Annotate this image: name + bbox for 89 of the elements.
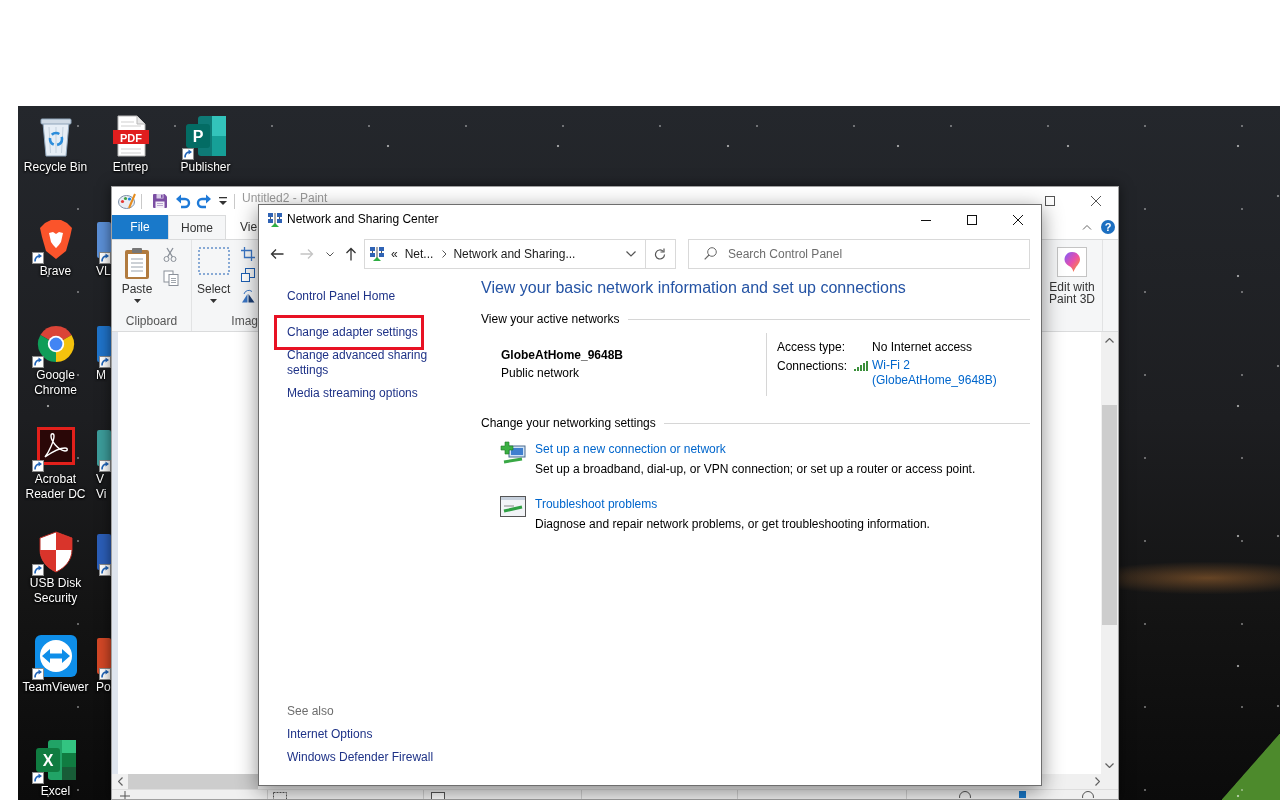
window-title: Untitled2 - Paint (242, 192, 328, 204)
task-description: Set up a broadband, dial-up, or VPN connection; or set up a router or access point. (535, 461, 976, 477)
control-panel-home-link[interactable]: Control Panel Home (287, 289, 396, 304)
crop-icon[interactable] (241, 247, 256, 261)
signal-bars-icon (853, 361, 869, 371)
icon-label[interactable]: USB Disk Security (19, 576, 92, 606)
vertical-scrollbar[interactable] (1101, 332, 1118, 774)
task-link[interactable]: Media streaming options (287, 386, 418, 401)
caret-icon (133, 299, 141, 303)
refresh-icon[interactable] (654, 248, 666, 260)
breadcrumb[interactable]: Network and Sharing... (453, 246, 576, 262)
slider-thumb-icon[interactable] (1019, 790, 1026, 798)
search-field[interactable]: Search Control Panel (688, 239, 1030, 269)
task-description: Diagnose and repair network problems, or get troubleshooting information. (535, 516, 930, 532)
window-title: Network and Sharing Center (287, 212, 439, 227)
chevron-right-icon (442, 250, 448, 258)
access-type-label: Access type: (777, 339, 847, 355)
group-label: Clipboard (124, 314, 179, 330)
resize-icon[interactable] (241, 268, 256, 282)
scroll-left-icon[interactable] (118, 777, 123, 786)
task-link[interactable]: Troubleshoot problems (535, 496, 658, 512)
scroll-down-icon[interactable] (1105, 763, 1114, 768)
ribbon-tab[interactable]: Home (168, 215, 226, 239)
scissors-icon[interactable] (163, 247, 177, 262)
icon-label[interactable]: Entrep (94, 160, 167, 175)
up-arrow-icon[interactable] (345, 247, 357, 261)
task-link[interactable]: Set up a new connection or network (535, 441, 726, 457)
back-arrow-icon[interactable] (270, 248, 284, 260)
see-also-heading: See also (287, 704, 334, 719)
close-icon[interactable] (1091, 196, 1101, 206)
icon-label[interactable]: TeamViewer (19, 680, 92, 695)
see-also-link[interactable]: Windows Defender Firewall (287, 750, 434, 765)
icon-label[interactable]: Acrobat Reader DC (19, 472, 92, 502)
icon-label[interactable]: Publisher (169, 160, 242, 175)
icon-label[interactable]: Google Chrome (19, 368, 92, 398)
icon-label[interactable]: V Vi (96, 472, 111, 502)
network-monitors-icon (369, 246, 385, 262)
chevron-down-icon[interactable] (626, 251, 636, 257)
caret-icon (210, 299, 218, 303)
network-monitors-icon (267, 211, 283, 228)
section-heading: Change your networking settings (481, 416, 656, 431)
network-type: Public network (501, 365, 581, 382)
scroll-up-icon[interactable] (1105, 338, 1114, 343)
connections-label: Connections: (777, 358, 849, 374)
scrollbar-thumb[interactable] (128, 774, 258, 789)
access-type-value: No Internet access (872, 339, 973, 355)
copy-pages-icon[interactable] (163, 270, 179, 286)
icon-label[interactable]: Excel (19, 784, 92, 799)
address-bar[interactable]: « Net... Network and Sharing... (364, 239, 676, 269)
search-icon (704, 247, 717, 260)
paint-drop-icon (1057, 247, 1087, 277)
teamviewer-icon[interactable] (33, 634, 78, 678)
paste-button[interactable]: Paste (118, 247, 156, 314)
crosshair-icon (119, 791, 131, 799)
page-heading: View your basic network information and set up connections (481, 278, 907, 298)
overflow-button[interactable]: « (391, 246, 398, 262)
maximize-icon[interactable] (967, 214, 977, 225)
redo-arrow-icon[interactable] (196, 193, 212, 209)
ribbon-tab[interactable]: Vie (226, 215, 258, 239)
rotate-icon[interactable] (241, 289, 256, 303)
icon-label[interactable]: Recycle Bin (19, 160, 92, 175)
icon-label[interactable]: VL (96, 264, 111, 279)
section-heading: View your active networks (481, 312, 620, 327)
network-name: GlobeAtHome_9648B (501, 347, 625, 364)
ribbon-tab[interactable]: File (112, 215, 168, 239)
select-button[interactable]: Select (197, 247, 231, 314)
task-link[interactable]: Change adapter settings (287, 325, 418, 340)
scrollbar-thumb[interactable] (1102, 405, 1117, 625)
task-link[interactable]: Change advanced sharing settings (287, 348, 439, 378)
icon-label[interactable]: Po (96, 680, 111, 695)
icon-label[interactable]: Brave (19, 264, 92, 279)
breadcrumb[interactable]: Net... (404, 246, 434, 262)
maximize-icon[interactable] (1045, 196, 1055, 206)
icon-label[interactable]: M (96, 368, 111, 383)
customize-caret-icon[interactable] (219, 196, 227, 206)
undo-arrow-icon[interactable] (175, 193, 191, 209)
chevron-down-icon[interactable] (326, 251, 334, 257)
clipboard-icon (123, 247, 151, 279)
close-icon[interactable] (1013, 214, 1023, 225)
group-label: Imag (230, 314, 258, 330)
connection-link[interactable]: Wi-Fi 2 (GlobeAtHome_9648B) (872, 358, 1002, 388)
dashed-rectangle-icon (197, 247, 230, 275)
scroll-right-icon[interactable] (1095, 777, 1100, 786)
window-icon[interactable] (500, 496, 526, 518)
palette-icon[interactable] (118, 193, 136, 209)
monitor-plus-icon[interactable] (500, 441, 526, 465)
see-also-link[interactable]: Internet Options (287, 727, 373, 742)
help-icon[interactable]: ? (1101, 220, 1115, 234)
paint-3d-button[interactable]: Edit with Paint 3D (1044, 247, 1100, 331)
